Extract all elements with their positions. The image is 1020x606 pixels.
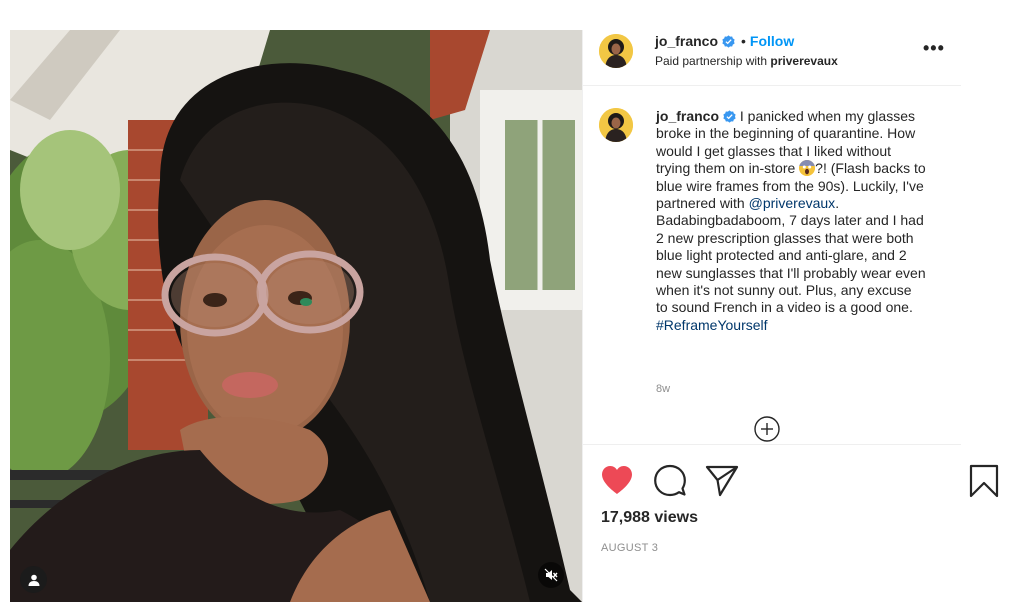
more-options-button[interactable]: ••• bbox=[923, 38, 945, 59]
caption-author-avatar[interactable] bbox=[599, 108, 633, 142]
verified-badge-icon bbox=[723, 110, 736, 123]
avatar-image bbox=[599, 34, 633, 68]
caption-text: jo_franco I panicked when my glasses bro… bbox=[656, 108, 926, 334]
person-icon bbox=[28, 574, 39, 586]
comment-bubble-icon[interactable] bbox=[653, 464, 687, 498]
post-date[interactable]: AUGUST 3 bbox=[601, 542, 658, 554]
heart-filled-icon[interactable] bbox=[600, 464, 634, 496]
partnership-prefix: Paid partnership with bbox=[655, 54, 771, 68]
speaker-muted-icon bbox=[544, 568, 558, 582]
author-avatar[interactable] bbox=[599, 34, 633, 68]
author-username[interactable]: jo_franco bbox=[655, 33, 718, 49]
follow-button[interactable]: Follow bbox=[750, 33, 794, 49]
bookmark-icon[interactable] bbox=[969, 464, 999, 498]
avatar-image bbox=[599, 108, 633, 142]
post-video[interactable] bbox=[10, 30, 582, 602]
view-count[interactable]: 17,988 views bbox=[601, 509, 698, 527]
user-tag-button[interactable] bbox=[20, 566, 47, 593]
post-details-panel: jo_franco • Follow Paid partnership with… bbox=[582, 30, 999, 602]
hashtag-link[interactable]: #ReframeYourself bbox=[656, 317, 768, 333]
caption-timestamp[interactable]: 8w bbox=[656, 383, 670, 395]
paper-plane-icon[interactable] bbox=[705, 464, 739, 498]
video-frame bbox=[10, 30, 582, 602]
actions-divider bbox=[583, 444, 961, 445]
partnership-label: Paid partnership with priverevaux bbox=[655, 54, 838, 68]
caption-username[interactable]: jo_franco bbox=[656, 108, 719, 124]
post-header: jo_franco • Follow Paid partnership with… bbox=[583, 30, 961, 86]
caption-section: jo_franco I panicked when my glasses bro… bbox=[583, 87, 961, 442]
screaming-face-emoji bbox=[799, 160, 816, 177]
mute-button[interactable] bbox=[538, 562, 564, 588]
mention-link[interactable]: @priverevaux bbox=[749, 195, 836, 211]
partner-link[interactable]: priverevaux bbox=[770, 54, 837, 68]
plus-circle-icon[interactable] bbox=[753, 415, 781, 443]
separator-dot: • bbox=[741, 33, 746, 49]
caption-body-3: . Badabingbadaboom, 7 days later and I h… bbox=[656, 195, 926, 316]
verified-badge-icon bbox=[722, 34, 735, 48]
